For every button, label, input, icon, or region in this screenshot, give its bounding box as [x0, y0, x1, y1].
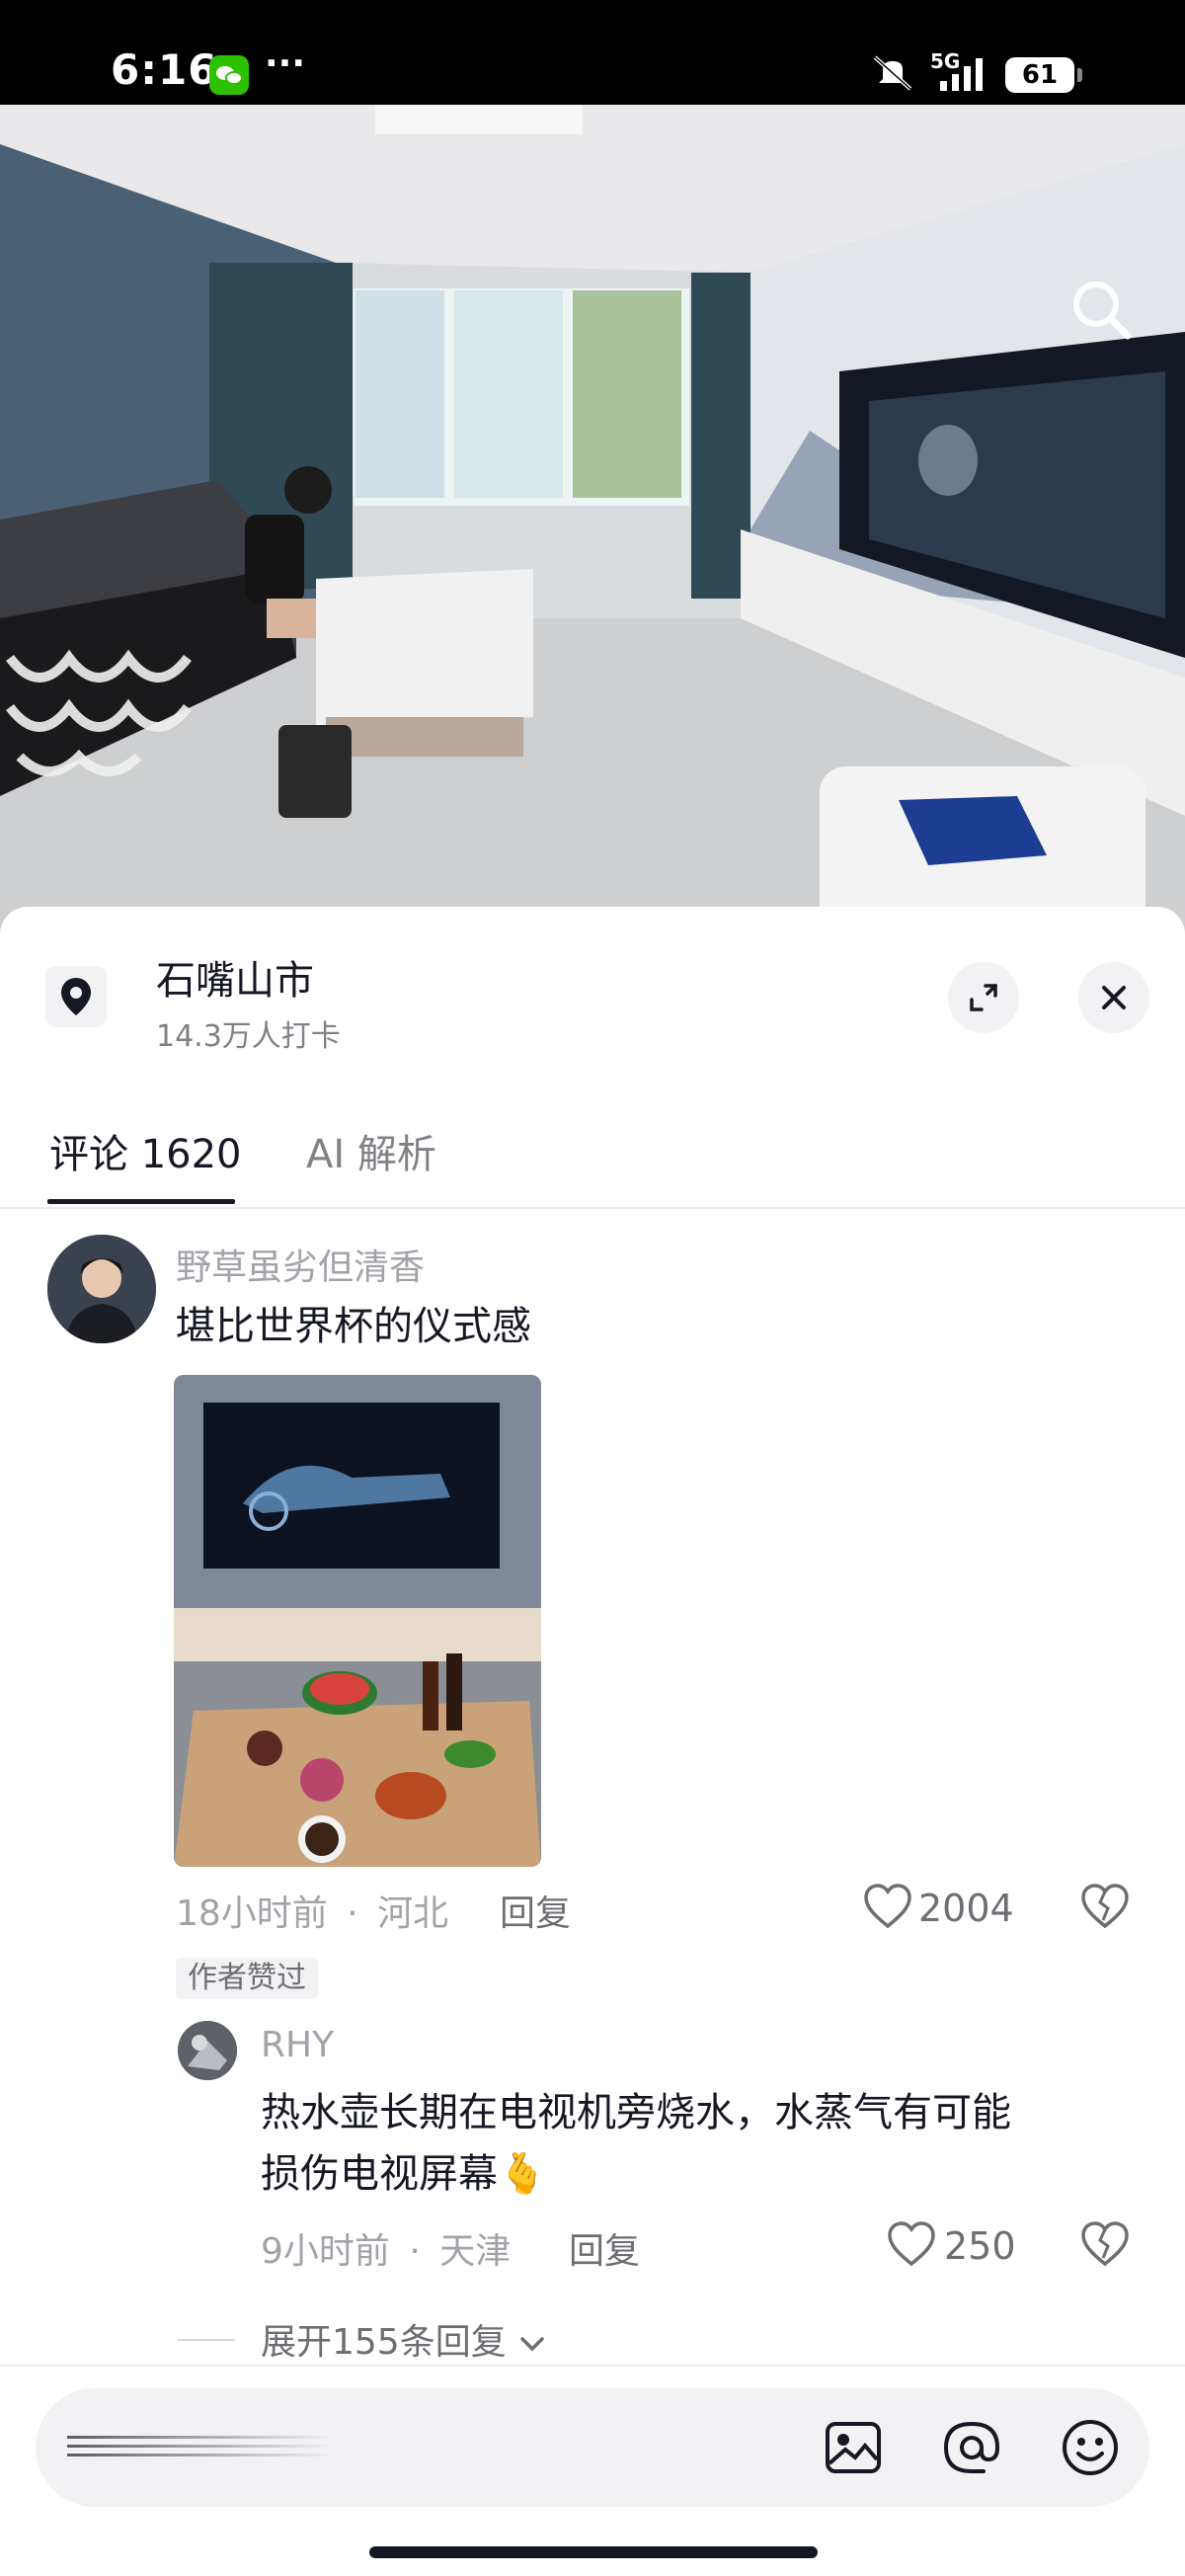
divider	[0, 2365, 1185, 2367]
more-dots-icon: ···	[265, 43, 306, 84]
author-liked-badge: 作者赞过	[176, 1958, 318, 1999]
close-button[interactable]	[1078, 962, 1149, 1033]
location-pin-icon	[45, 966, 107, 1027]
reply-time: 9小时前	[261, 2231, 390, 2272]
home-indicator[interactable]	[369, 2546, 818, 2558]
comment-time: 18小时前	[176, 1893, 328, 1934]
reply-text-line-1: 热水壶长期在电视机旁烧水，水蒸气有可能	[261, 2090, 1011, 2135]
location-checkins: 14.3万人打卡	[156, 1019, 341, 1054]
reply-region: 天津	[439, 2231, 512, 2272]
wechat-icon	[209, 55, 249, 95]
expand-replies-label: 展开155条回复	[261, 2322, 507, 2363]
like-button[interactable]	[863, 1883, 912, 1934]
image-icon[interactable]	[818, 2412, 889, 2483]
search-icon[interactable]	[1066, 275, 1136, 344]
at-icon[interactable]	[936, 2412, 1007, 2483]
tab-ai-analysis[interactable]: AI 解析	[306, 1122, 436, 1179]
separator: ·	[347, 1893, 358, 1934]
dislike-button[interactable]	[1080, 1883, 1130, 1934]
reply-dislike-button[interactable]	[1080, 2220, 1130, 2272]
location-title[interactable]: 石嘴山市	[156, 948, 314, 1006]
comment-input-placeholder	[67, 2430, 334, 2469]
expand-icon	[970, 984, 997, 1011]
expand-replies-button[interactable]: 展开155条回复	[261, 2313, 547, 2365]
divider	[0, 1207, 1185, 1209]
reply-meta: 9小时前 · 天津	[261, 2222, 511, 2274]
heart-icon	[888, 2221, 935, 2267]
reply-like-count: 250	[944, 2224, 1016, 2268]
signal-icon	[930, 55, 993, 99]
chevron-down-icon	[520, 2337, 544, 2352]
broken-heart-icon	[1081, 2221, 1129, 2267]
active-tab-indicator	[47, 1199, 235, 1204]
reply-like-button[interactable]	[887, 2220, 936, 2272]
comment-meta: 18小时前 · 河北	[176, 1885, 448, 1936]
reply-button[interactable]: 回复	[500, 1885, 571, 1936]
comment-text: 堪比世界杯的仪式感	[176, 1304, 531, 1349]
reply-text-line-2: 损伤电视屏幕🫰	[261, 2151, 547, 2197]
like-count: 2004	[918, 1887, 1014, 1930]
reply-avatar[interactable]	[178, 2021, 237, 2080]
living-room-photo	[0, 105, 1185, 934]
heart-icon	[864, 1884, 911, 1929]
tab-comments[interactable]: 评论 1620	[49, 1122, 242, 1179]
broken-heart-icon	[1081, 1884, 1129, 1929]
reply-username[interactable]: RHY	[261, 2025, 334, 2065]
reply-text: 热水壶长期在电视机旁烧水，水蒸气有可能 损伤电视屏幕🫰	[261, 2082, 1011, 2205]
comment-photo	[174, 1375, 541, 1867]
mute-icon	[871, 53, 914, 97]
close-icon	[1102, 986, 1126, 1009]
battery-icon: 61	[1005, 57, 1082, 93]
comment-image[interactable]	[174, 1375, 541, 1867]
emoji-icon[interactable]	[1055, 2412, 1126, 2483]
status-time: 6:16	[111, 45, 218, 94]
post-photo[interactable]	[0, 105, 1185, 934]
expand-button[interactable]	[948, 962, 1019, 1033]
status-bar: 6:16 ··· 5G 61	[0, 0, 1185, 105]
reply-reply-button[interactable]: 回复	[569, 2222, 640, 2274]
comment-region: 河北	[377, 1893, 449, 1934]
avatar[interactable]	[47, 1235, 156, 1343]
comment-username[interactable]: 野草虽劣但清香	[176, 1239, 425, 1290]
separator: ·	[409, 2231, 421, 2272]
expand-divider	[178, 2339, 235, 2341]
